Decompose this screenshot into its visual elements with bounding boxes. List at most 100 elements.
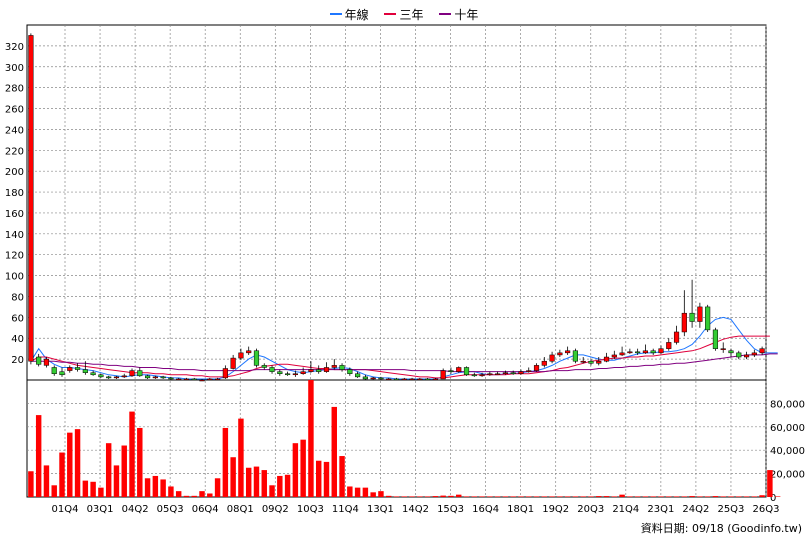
volume-bar — [300, 439, 306, 497]
volume-bar — [245, 467, 252, 497]
x-tick-label: 24Q2 — [682, 504, 709, 515]
volume-bar — [634, 496, 641, 497]
x-tick-label: 25Q3 — [717, 504, 744, 515]
candle-body — [728, 350, 734, 354]
volume-bar — [697, 496, 703, 497]
x-tick-label: 11Q4 — [332, 504, 359, 515]
candle-body — [736, 352, 742, 358]
volume-bar — [704, 496, 711, 497]
price-tick-label: 100 — [5, 272, 24, 283]
x-tick-label: 04Q2 — [122, 504, 149, 515]
candle-body — [82, 369, 88, 373]
x-tick-label: 05Q3 — [157, 504, 184, 515]
volume-bar — [401, 496, 408, 497]
candle-body — [705, 306, 711, 331]
candle-body — [207, 378, 213, 381]
volume-bar — [175, 491, 182, 497]
candle-body — [743, 354, 750, 358]
candle-body — [596, 360, 602, 364]
volume-bar — [354, 487, 361, 497]
volume-bar — [588, 496, 594, 497]
candle-body — [456, 367, 462, 372]
volume-bar — [385, 495, 392, 497]
volume-bar — [448, 495, 454, 497]
candle-body — [627, 351, 633, 354]
volume-bar — [689, 496, 695, 497]
candle-body — [67, 367, 73, 371]
volume-bar — [43, 465, 50, 497]
legend-swatch-annual — [329, 13, 342, 15]
volume-bar — [673, 496, 680, 497]
candle-body — [526, 370, 532, 372]
candle-body — [261, 365, 267, 368]
plot-frame — [26, 24, 767, 498]
volume-bar — [82, 480, 89, 497]
candle-body — [401, 378, 407, 381]
volume-bar — [572, 496, 579, 497]
volume-bar — [494, 496, 501, 497]
price-tick-label: 20 — [11, 355, 24, 366]
candle-body — [712, 329, 719, 349]
candle-body — [316, 369, 322, 372]
candle-body — [160, 376, 166, 379]
price-tick-label: 320 — [5, 42, 24, 53]
volume-bar — [751, 496, 758, 497]
volume-bar — [471, 496, 478, 497]
candle-body — [106, 376, 112, 379]
volume-bar — [284, 474, 291, 497]
candle-body — [697, 306, 703, 322]
volume-bar — [549, 496, 555, 497]
volume-bar — [767, 470, 773, 497]
volume-bar — [409, 496, 415, 497]
volume-bar — [658, 496, 664, 497]
candle-body — [619, 352, 625, 356]
volume-bar — [487, 496, 493, 497]
volume-bar — [113, 465, 120, 497]
volume-bar — [315, 460, 322, 497]
volume-bar — [339, 456, 345, 497]
legend: 年線 三年 十年 — [0, 4, 808, 23]
x-tick-label: 23Q1 — [647, 504, 674, 515]
volume-bar — [51, 485, 57, 497]
volume-bar — [230, 457, 236, 497]
candle-body — [518, 371, 524, 374]
candle-body — [230, 357, 236, 369]
volume-bar — [720, 496, 726, 497]
candle-body — [603, 356, 610, 362]
candle-body — [572, 350, 578, 362]
candle-body — [347, 369, 353, 374]
candle-body — [751, 352, 757, 356]
candle-body — [308, 369, 314, 372]
candle-body — [666, 342, 672, 349]
volume-bar — [736, 496, 742, 497]
candle-body — [557, 352, 563, 356]
price-tick-label: 200 — [5, 167, 24, 178]
price-tick-label: 160 — [5, 209, 24, 220]
candle-body — [541, 360, 547, 366]
candle-body — [588, 360, 594, 364]
candle-body — [448, 370, 454, 372]
volume-bar — [526, 496, 532, 497]
volume-bar — [331, 406, 337, 497]
candle-body — [417, 378, 423, 381]
candle-body — [487, 373, 493, 376]
volume-bar — [98, 487, 104, 497]
volume-bar — [129, 411, 135, 497]
price-tick-label: 80 — [11, 292, 24, 303]
candle-body — [386, 378, 392, 381]
candle-body — [253, 350, 260, 366]
volume-bar — [370, 492, 376, 497]
candle-body — [611, 354, 617, 358]
volume-bar — [743, 496, 750, 497]
candle-body — [720, 348, 726, 350]
x-tick-label: 26Q3 — [753, 504, 780, 515]
candle-body — [432, 378, 438, 381]
volume-bar — [611, 496, 618, 497]
candle-body — [471, 374, 477, 377]
candle-body — [409, 378, 415, 381]
candle-body — [370, 377, 376, 380]
legend-label-annual: 年線 — [344, 7, 369, 22]
volume-bar — [144, 478, 151, 497]
volume-bar — [168, 486, 174, 497]
volume-bar — [603, 496, 610, 497]
